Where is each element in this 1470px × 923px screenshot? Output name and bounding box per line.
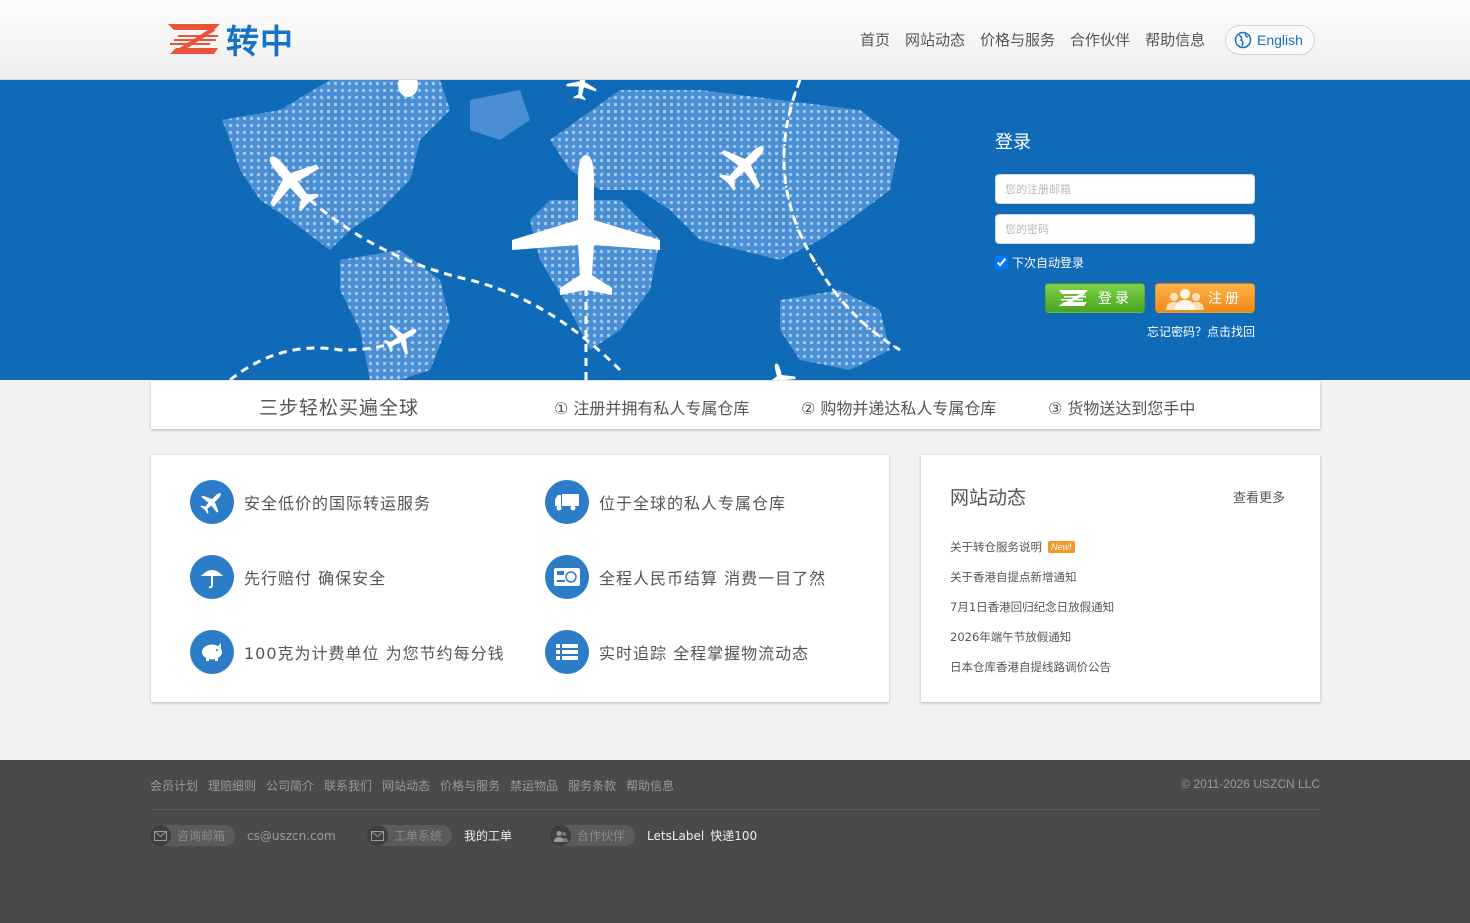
globe-icon xyxy=(1234,31,1252,49)
login-button-label: 登录 xyxy=(1098,291,1132,307)
news-item-text: 7月1日香港回归纪念日放假通知 xyxy=(950,600,1115,614)
mail-icon xyxy=(367,825,388,846)
forgot-password-link[interactable]: 忘记密码？点击找回 xyxy=(995,323,1255,340)
feature-item: 位于全球的私人专属仓库 xyxy=(545,480,786,524)
news-item[interactable]: 关于香港自提点新增通知 xyxy=(950,562,1114,592)
feature-text: 先行赔付 确保安全 xyxy=(244,569,387,588)
step-1: ① 注册并拥有私人专属仓库 xyxy=(554,399,750,418)
ticket-pill: 工单系统 xyxy=(367,825,453,846)
email-field[interactable] xyxy=(995,174,1255,204)
email-label: 咨询邮箱 xyxy=(177,829,226,843)
email-value[interactable]: cs@uszcn.com xyxy=(247,829,336,843)
feature-text: 位于全球的私人专属仓库 xyxy=(599,494,787,513)
footer-divider xyxy=(150,809,1320,810)
main-nav: 首页 网站动态 价格与服务 合作伙伴 帮助信息 xyxy=(860,29,1220,51)
news-item-text: 2026年端午节放假通知 xyxy=(950,630,1072,644)
news-more-link[interactable]: 查看更多 xyxy=(1233,487,1285,506)
news-title: 网站动态 xyxy=(950,487,1027,509)
footer-links: 会员计划 理赔细则 公司简介 联系我们 网站动态 价格与服务 禁运物品 服务条款… xyxy=(150,777,684,794)
password-field[interactable] xyxy=(995,214,1255,244)
logo-mark-icon xyxy=(168,24,220,54)
partner-pill: 合作伙伴 xyxy=(550,825,636,846)
logo-mark-icon xyxy=(1059,290,1088,306)
users-icon xyxy=(550,825,571,846)
news-item[interactable]: 日本仓库香港自提线路调价公告 xyxy=(950,652,1114,682)
footer-link[interactable]: 禁运物品 xyxy=(510,777,558,794)
remember-label: 下次自动登录 xyxy=(1012,256,1085,270)
footer-link[interactable]: 公司简介 xyxy=(266,777,314,794)
news-item-text: 关于转仓服务说明 xyxy=(950,540,1042,554)
feature-item: 全程人民币结算 消费一目了然 xyxy=(545,555,826,599)
remember-me[interactable]: 下次自动登录 xyxy=(995,254,1255,271)
login-panel: 登录 下次自动登录 登录 xyxy=(995,128,1255,340)
feature-text: 安全低价的国际转运服务 xyxy=(244,494,432,513)
news-panel: 网站动态 查看更多 关于转仓服务说明 New! 关于香港自提点新增通知 7月1日… xyxy=(921,455,1320,702)
footer-link[interactable]: 网站动态 xyxy=(382,777,430,794)
feature-text: 实时追踪 全程掌握物流动态 xyxy=(599,644,810,663)
site-header: 转中 首页 网站动态 价格与服务 合作伙伴 帮助信息 English xyxy=(0,0,1470,80)
partner-link[interactable]: LetsLabel xyxy=(647,829,704,843)
steps-title: 三步轻松买遍全球 xyxy=(259,397,420,419)
footer-ticket: 工单系统 我的工单 xyxy=(367,825,512,846)
new-badge: New! xyxy=(1048,541,1075,553)
feature-item: 100克为计费单位 为您节约每分钱 xyxy=(190,630,505,674)
remember-checkbox[interactable] xyxy=(995,256,1008,269)
list-icon xyxy=(545,630,589,674)
news-item[interactable]: 关于转仓服务说明 New! xyxy=(950,532,1114,562)
steps-bar: 三步轻松买遍全球 ① 注册并拥有私人专属仓库 ② 购物并递达私人专属仓库 ③ 货… xyxy=(151,381,1320,429)
news-item-text: 日本仓库香港自提线路调价公告 xyxy=(950,660,1111,674)
hero-banner: 登录 下次自动登录 登录 xyxy=(0,80,1470,380)
footer-link[interactable]: 理赔细则 xyxy=(208,777,256,794)
step-2: ② 购物并递达私人专属仓库 xyxy=(801,399,997,418)
partner-label: 合作伙伴 xyxy=(577,829,626,843)
partner-link[interactable]: 快递100 xyxy=(710,827,757,844)
truck-icon xyxy=(545,480,589,524)
world-map-illustration xyxy=(222,80,901,380)
footer-link[interactable]: 服务条款 xyxy=(568,777,616,794)
nav-home[interactable]: 首页 xyxy=(860,29,890,51)
register-button[interactable]: 注册 xyxy=(1155,283,1255,313)
feature-item: 先行赔付 确保安全 xyxy=(190,555,386,599)
users-icon xyxy=(1166,289,1204,310)
nav-partners[interactable]: 合作伙伴 xyxy=(1070,29,1130,51)
features-panel: 安全低价的国际转运服务 位于全球的私人专属仓库 先行赔付 确保安全 全程人民币结… xyxy=(151,455,889,702)
feature-text: 全程人民币结算 消费一目了然 xyxy=(599,569,827,588)
ticket-link[interactable]: 我的工单 xyxy=(464,827,512,844)
email-pill: 咨询邮箱 xyxy=(150,825,236,846)
logo-text: 转中 xyxy=(226,22,294,61)
footer-link[interactable]: 帮助信息 xyxy=(626,777,674,794)
news-list: 关于转仓服务说明 New! 关于香港自提点新增通知 7月1日香港回归纪念日放假通… xyxy=(950,532,1114,682)
site-footer: 会员计划 理赔细则 公司简介 联系我们 网站动态 价格与服务 禁运物品 服务条款… xyxy=(0,760,1470,923)
mail-icon xyxy=(150,825,171,846)
nav-help[interactable]: 帮助信息 xyxy=(1145,29,1205,51)
step-3: ③ 货物送达到您手中 xyxy=(1048,399,1196,418)
footer-email: 咨询邮箱 cs@uszcn.com xyxy=(150,825,336,846)
news-item-text: 关于香港自提点新增通知 xyxy=(950,570,1077,584)
footer-link[interactable]: 会员计划 xyxy=(150,777,198,794)
copyright: © 2011-2026 USZCN LLC xyxy=(1181,777,1320,791)
currency-icon xyxy=(545,555,589,599)
airplane-icon xyxy=(190,480,234,524)
feature-item: 安全低价的国际转运服务 xyxy=(190,480,431,524)
feature-item: 实时追踪 全程掌握物流动态 xyxy=(545,630,809,674)
footer-partners: 合作伙伴 LetsLabel 快递100 xyxy=(550,825,757,846)
ticket-label: 工单系统 xyxy=(394,829,443,843)
umbrella-icon xyxy=(190,555,234,599)
site-logo[interactable]: 转中 xyxy=(164,20,294,61)
news-item[interactable]: 7月1日香港回归纪念日放假通知 xyxy=(950,592,1114,622)
nav-pricing[interactable]: 价格与服务 xyxy=(980,29,1055,51)
login-title: 登录 xyxy=(995,132,1031,153)
news-item[interactable]: 2026年端午节放假通知 xyxy=(950,622,1114,652)
language-label: English xyxy=(1257,32,1303,48)
feature-text: 100克为计费单位 为您节约每分钱 xyxy=(244,644,505,663)
footer-link[interactable]: 联系我们 xyxy=(324,777,372,794)
login-button[interactable]: 登录 xyxy=(1045,283,1145,313)
footer-link[interactable]: 价格与服务 xyxy=(440,777,500,794)
login-actions: 登录 注册 xyxy=(995,283,1255,313)
piggy-bank-icon xyxy=(190,630,234,674)
language-switch-button[interactable]: English xyxy=(1225,25,1315,55)
nav-news[interactable]: 网站动态 xyxy=(905,29,965,51)
register-button-label: 注册 xyxy=(1208,291,1242,307)
